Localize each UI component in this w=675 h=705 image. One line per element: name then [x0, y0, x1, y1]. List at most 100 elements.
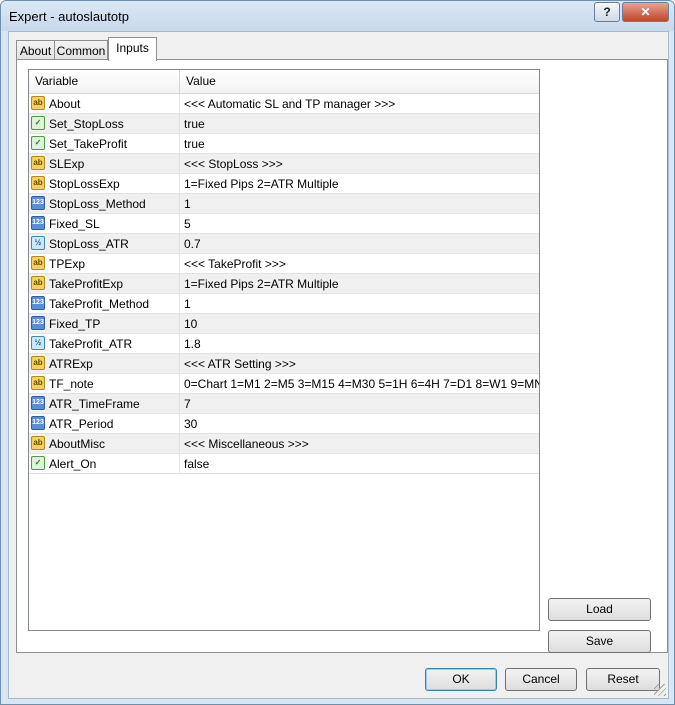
variable-cell[interactable]: ab AboutMisc	[29, 434, 180, 453]
title-bar[interactable]: Expert - autoslautotp ? ✕	[1, 1, 674, 31]
variable-name: StopLoss_ATR	[49, 237, 129, 251]
variable-cell[interactable]: ab SLExp	[29, 154, 180, 173]
tab-about[interactable]: About	[16, 40, 55, 61]
grid-rows: ab About <<< Automatic SL and TP manager >…	[29, 94, 539, 474]
variable-cell[interactable]: ab ATRExp	[29, 354, 180, 373]
string-ab-icon: ab	[31, 436, 45, 450]
variable-value[interactable]: 1	[184, 297, 191, 311]
table-row[interactable]: ½ StopLoss_ATR 0.7	[29, 234, 539, 254]
table-row[interactable]: 123 Fixed_SL 5	[29, 214, 539, 234]
variable-cell[interactable]: 123 StopLoss_Method	[29, 194, 180, 213]
variable-value[interactable]: 0.7	[184, 237, 201, 251]
string-ab-icon: ab	[31, 176, 45, 190]
table-row[interactable]: ab StopLossExp 1=Fixed Pips 2=ATR Multiple	[29, 174, 539, 194]
tab-common[interactable]: Common	[54, 40, 108, 61]
resize-grip-icon[interactable]	[654, 684, 666, 696]
variable-value[interactable]: 5	[184, 217, 191, 231]
integer-icon: 123	[31, 416, 45, 430]
variable-cell[interactable]: ab About	[29, 94, 180, 113]
reset-button[interactable]: Reset	[586, 668, 660, 691]
variable-cell[interactable]: ✓ Alert_On	[29, 454, 180, 473]
inputs-grid: Variable Value ab About <<< Automatic SL a…	[28, 69, 540, 631]
table-row[interactable]: ab About <<< Automatic SL and TP manager >…	[29, 94, 539, 114]
table-row[interactable]: 123 TakeProfit_Method 1	[29, 294, 539, 314]
variable-value[interactable]: 1=Fixed Pips 2=ATR Multiple	[184, 177, 339, 191]
variable-value[interactable]: true	[184, 137, 205, 151]
help-button[interactable]: ?	[594, 2, 620, 22]
integer-icon: 123	[31, 196, 45, 210]
expert-dialog: Expert - autoslautotp ? ✕ About Common I…	[0, 0, 675, 705]
string-ab-icon: ab	[31, 276, 45, 290]
variable-value[interactable]: <<< Automatic SL and TP manager >>>	[184, 97, 395, 111]
variable-cell[interactable]: 123 Fixed_TP	[29, 314, 180, 333]
variable-cell[interactable]: 123 ATR_Period	[29, 414, 180, 433]
table-row[interactable]: 123 ATR_TimeFrame 7	[29, 394, 539, 414]
variable-name: ATRExp	[49, 357, 93, 371]
close-button[interactable]: ✕	[622, 2, 669, 22]
variable-value[interactable]: <<< StopLoss >>>	[184, 157, 283, 171]
variable-value[interactable]: 7	[184, 397, 191, 411]
cancel-button[interactable]: Cancel	[505, 668, 577, 691]
variable-value[interactable]: 10	[184, 317, 197, 331]
table-row[interactable]: 123 Fixed_TP 10	[29, 314, 539, 334]
variable-cell[interactable]: 123 ATR_TimeFrame	[29, 394, 180, 413]
variable-value[interactable]: 0=Chart 1=M1 2=M5 3=M15 4=M30 5=1H 6=4H …	[184, 377, 539, 391]
variable-cell[interactable]: ab TPExp	[29, 254, 180, 273]
variable-cell[interactable]: 123 TakeProfit_Method	[29, 294, 180, 313]
table-row[interactable]: 123 StopLoss_Method 1	[29, 194, 539, 214]
table-row[interactable]: ½ TakeProfit_ATR 1.8	[29, 334, 539, 354]
load-button[interactable]: Load	[548, 598, 651, 621]
string-ab-icon: ab	[31, 256, 45, 270]
table-row[interactable]: ✓ Set_StopLoss true	[29, 114, 539, 134]
inputs-panel: Variable Value ab About <<< Automatic SL a…	[16, 59, 668, 653]
save-button[interactable]: Save	[548, 630, 651, 653]
variable-value[interactable]: <<< TakeProfit >>>	[184, 257, 286, 271]
grid-header: Variable Value	[29, 70, 539, 94]
ok-button[interactable]: OK	[425, 668, 497, 691]
variable-name: Alert_On	[49, 457, 97, 471]
variable-cell[interactable]: ½ TakeProfit_ATR	[29, 334, 180, 353]
variable-value[interactable]: 1.8	[184, 337, 201, 351]
variable-name: Set_StopLoss	[49, 117, 124, 131]
variable-name: ATR_TimeFrame	[49, 397, 140, 411]
table-row[interactable]: ab TF_note 0=Chart 1=M1 2=M5 3=M15 4=M30 5…	[29, 374, 539, 394]
table-row[interactable]: ab ATRExp <<< ATR Setting >>>	[29, 354, 539, 374]
column-divider[interactable]	[179, 70, 180, 93]
string-ab-icon: ab	[31, 96, 45, 110]
variable-name: StopLoss_Method	[49, 197, 146, 211]
tab-inputs[interactable]: Inputs	[108, 37, 157, 61]
column-header-variable[interactable]: Variable	[35, 74, 78, 88]
variable-name: AboutMisc	[49, 437, 106, 451]
bool-icon: ✓	[31, 136, 45, 150]
variable-cell[interactable]: ✓ Set_StopLoss	[29, 114, 180, 133]
column-header-value[interactable]: Value	[186, 74, 216, 88]
table-row[interactable]: ab SLExp <<< StopLoss >>>	[29, 154, 539, 174]
window-title: Expert - autoslautotp	[9, 9, 129, 24]
integer-icon: 123	[31, 296, 45, 310]
variable-cell[interactable]: 123 Fixed_SL	[29, 214, 180, 233]
string-ab-icon: ab	[31, 356, 45, 370]
variable-value[interactable]: <<< ATR Setting >>>	[184, 357, 296, 371]
table-row[interactable]: 123 ATR_Period 30	[29, 414, 539, 434]
variable-cell[interactable]: ½ StopLoss_ATR	[29, 234, 180, 253]
variable-cell[interactable]: ab StopLossExp	[29, 174, 180, 193]
table-row[interactable]: ✓ Set_TakeProfit true	[29, 134, 539, 154]
variable-value[interactable]: true	[184, 117, 205, 131]
table-row[interactable]: ab TakeProfitExp 1=Fixed Pips 2=ATR Multip…	[29, 274, 539, 294]
variable-cell[interactable]: ab TF_note	[29, 374, 180, 393]
variable-cell[interactable]: ✓ Set_TakeProfit	[29, 134, 180, 153]
variable-name: Set_TakeProfit	[49, 137, 128, 151]
integer-icon: 123	[31, 216, 45, 230]
variable-value[interactable]: false	[184, 457, 209, 471]
table-row[interactable]: ✓ Alert_On false	[29, 454, 539, 474]
bool-icon: ✓	[31, 456, 45, 470]
variable-value[interactable]: 1	[184, 197, 191, 211]
integer-icon: 123	[31, 396, 45, 410]
variable-value[interactable]: 30	[184, 417, 197, 431]
table-row[interactable]: ab AboutMisc <<< Miscellaneous >>>	[29, 434, 539, 454]
variable-cell[interactable]: ab TakeProfitExp	[29, 274, 180, 293]
variable-value[interactable]: 1=Fixed Pips 2=ATR Multiple	[184, 277, 339, 291]
table-row[interactable]: ab TPExp <<< TakeProfit >>>	[29, 254, 539, 274]
variable-value[interactable]: <<< Miscellaneous >>>	[184, 437, 309, 451]
integer-icon: 123	[31, 316, 45, 330]
